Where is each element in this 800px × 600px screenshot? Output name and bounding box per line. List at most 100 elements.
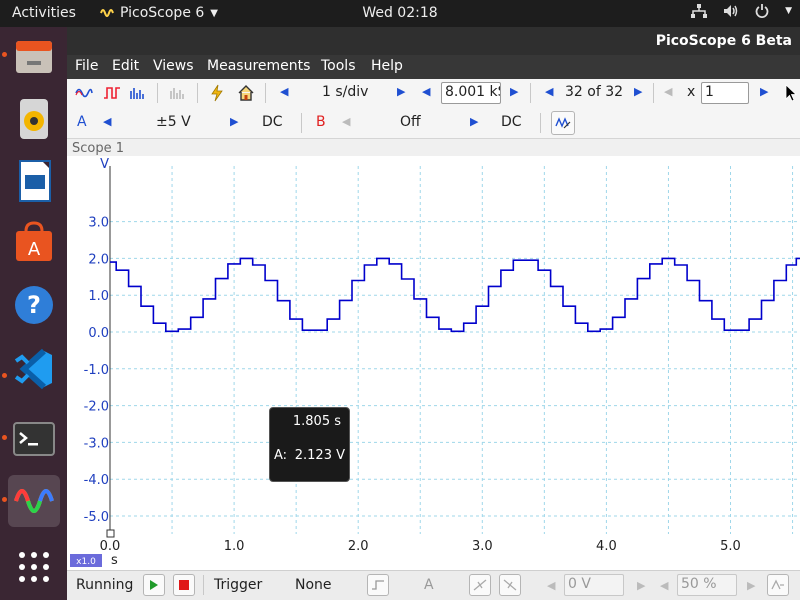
help-icon[interactable]: ? — [8, 279, 60, 331]
trigger-channel-select[interactable]: A — [424, 577, 434, 593]
channel-a-coupling[interactable]: DC — [262, 114, 283, 130]
running-indicator — [2, 373, 7, 378]
chevron-down-icon[interactable]: ▼ — [785, 6, 792, 16]
picoscope-window: PicoScope 6 Beta File Edit Views Measure… — [67, 27, 800, 600]
running-indicator — [2, 52, 7, 57]
zoom-input[interactable]: 1 — [701, 82, 749, 104]
timebase-value[interactable]: 1 s/div — [322, 84, 368, 100]
trigger-label: Trigger — [214, 577, 263, 593]
play-icon — [150, 580, 158, 590]
samples-increase-icon[interactable]: ▶ — [510, 85, 518, 98]
menu-edit[interactable]: Edit — [112, 58, 139, 74]
signal-generator-button[interactable] — [551, 111, 575, 135]
toolbar-separator — [653, 83, 654, 103]
svg-text:A: A — [28, 239, 41, 260]
x-tick-label: 5.0 — [720, 539, 741, 554]
picoscope-app-icon — [100, 9, 114, 17]
running-indicator — [2, 497, 7, 502]
spectrum-options-icon — [170, 88, 184, 99]
scope-mode-icon[interactable] — [75, 86, 93, 100]
run-state-label: Running — [76, 577, 134, 593]
samples-decrease-icon[interactable]: ◀ — [422, 85, 430, 98]
toolbar-separator — [203, 575, 204, 595]
volume-icon[interactable] — [723, 4, 739, 18]
pretrigger-decrease-icon[interactable]: ◀ — [660, 579, 668, 592]
menu-tools[interactable]: Tools — [321, 58, 356, 74]
running-indicator — [2, 435, 7, 440]
cursor-tooltip: 1.805 s A: 2.123 V — [269, 407, 350, 482]
spectrum-mode-icon[interactable] — [129, 86, 147, 100]
chevron-down-icon: ▼ — [210, 7, 218, 19]
falling-edge-button[interactable] — [499, 574, 521, 596]
channel-b-range-decrease-icon[interactable]: ◀ — [342, 115, 350, 128]
trigger-mode-select[interactable]: None — [295, 577, 332, 593]
channel-b-label: B — [316, 114, 326, 130]
scope-plot[interactable]: 5.0 3.0 2.0 1.0 0.0 -1.0 -2.0 -3.0 -4.0 -5.0 V 0.0 1… — [67, 156, 800, 570]
zoom-increase-icon[interactable]: ▶ — [760, 85, 768, 98]
stop-button[interactable] — [173, 574, 195, 596]
home-icon[interactable] — [237, 84, 255, 102]
app-grid-icon[interactable] — [8, 541, 60, 593]
dock: A ? — [0, 27, 67, 600]
stop-icon — [179, 580, 189, 590]
rising-edge-button[interactable] — [469, 574, 491, 596]
channel-b-coupling[interactable]: DC — [501, 114, 522, 130]
terminal-icon[interactable] — [8, 413, 60, 465]
scope-chart[interactable]: 5.0 3.0 2.0 1.0 0.0 -1.0 -2.0 -3.0 -4.0 -5.0 V 0.0 1… — [67, 156, 800, 570]
menu-help[interactable]: Help — [371, 58, 403, 74]
scope-view: Scope 1 5.0 3.0 2.0 1.0 0.0 -1.0 -2.0 -3.0 -4.0 -… — [67, 139, 800, 570]
channel-b-range[interactable]: Off — [400, 114, 421, 130]
start-button[interactable] — [143, 574, 165, 596]
samples-input[interactable]: 8.001 kS — [441, 82, 501, 104]
menu-views[interactable]: Views — [153, 58, 194, 74]
trigger-toolbar: Running Trigger None A ◀ 0 V ▶ ◀ 50 % ▶ — [67, 570, 800, 600]
channel-a-range[interactable]: ±5 V — [156, 114, 191, 130]
power-icon[interactable] — [755, 4, 769, 18]
advanced-trigger-button[interactable] — [367, 574, 389, 596]
trigger-edge-icon — [372, 580, 384, 590]
y-tick-label: 2.0 — [88, 252, 109, 267]
menu-file[interactable]: File — [75, 58, 98, 74]
channel-a-range-decrease-icon[interactable]: ◀ — [103, 115, 111, 128]
picoscope-icon[interactable] — [8, 475, 60, 527]
y-tick-label: 1.0 — [88, 289, 109, 304]
software-center-icon[interactable]: A — [8, 217, 60, 269]
rhythmbox-icon[interactable] — [8, 93, 60, 145]
pretrigger-input[interactable]: 50 % — [677, 574, 737, 596]
network-icon[interactable] — [691, 4, 708, 18]
activities-button[interactable]: Activities — [12, 5, 76, 21]
threshold-input[interactable]: 0 V — [564, 574, 624, 596]
auto-setup-icon[interactable] — [209, 84, 225, 102]
channel-b-range-increase-icon[interactable]: ▶ — [470, 115, 478, 128]
toolbar-separator — [157, 83, 158, 103]
zoom-prefix: x — [687, 84, 696, 100]
pretrigger-increase-icon[interactable]: ▶ — [747, 579, 755, 592]
rising-edge-icon — [473, 579, 487, 591]
cursor-icon — [785, 84, 797, 102]
window-titlebar[interactable]: PicoScope 6 Beta — [67, 27, 800, 55]
vscode-icon[interactable] — [8, 343, 60, 395]
capture-previous-icon[interactable]: ◀ — [545, 85, 553, 98]
capture-toolbar: ◀ 1 s/div ▶ ◀ 8.001 kS ▶ ◀ 32 of 32 ▶ ◀ … — [67, 79, 800, 107]
channel-a-range-increase-icon[interactable]: ▶ — [230, 115, 238, 128]
app-menu-button[interactable]: PicoScope 6 ▼ — [100, 5, 218, 21]
x-tick-label: 2.0 — [348, 539, 369, 554]
toolbar-separator — [540, 113, 541, 133]
files-icon[interactable] — [8, 31, 60, 83]
persistence-mode-icon[interactable] — [103, 86, 121, 100]
libreoffice-impress-icon[interactable] — [8, 155, 60, 207]
window-title: PicoScope 6 Beta — [655, 33, 792, 49]
threshold-decrease-icon[interactable]: ◀ — [547, 579, 555, 592]
timebase-decrease-icon[interactable]: ◀ — [280, 85, 288, 98]
y-tick-label: 3.0 — [88, 216, 109, 231]
timebase-increase-icon[interactable]: ▶ — [397, 85, 405, 98]
tooltip-channel: A: — [274, 448, 288, 463]
scope-view-tab[interactable]: Scope 1 — [72, 141, 124, 156]
trigger-timing-button[interactable] — [767, 574, 789, 596]
capture-counter: 32 of 32 — [565, 84, 624, 100]
app-menu-label: PicoScope 6 — [120, 5, 205, 21]
capture-next-icon[interactable]: ▶ — [634, 85, 642, 98]
menu-measurements[interactable]: Measurements — [207, 58, 310, 74]
threshold-increase-icon[interactable]: ▶ — [637, 579, 645, 592]
zoom-decrease-icon[interactable]: ◀ — [664, 85, 672, 98]
